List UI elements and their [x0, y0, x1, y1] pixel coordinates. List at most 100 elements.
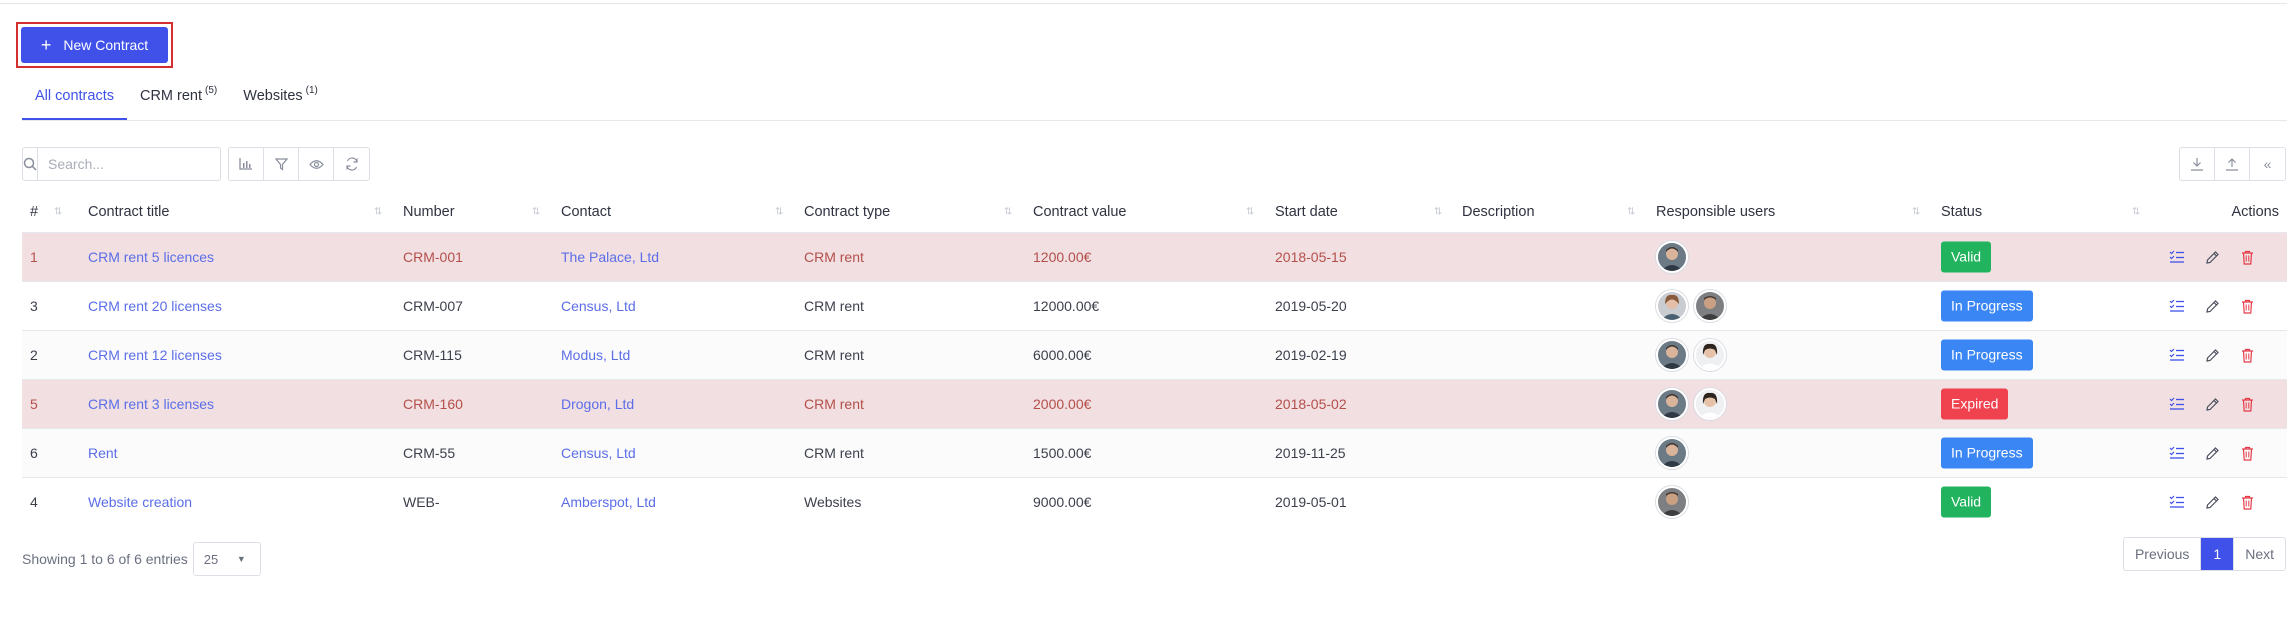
- edit-icon[interactable]: [2203, 395, 2221, 413]
- contact-name[interactable]: The Palace, Ltd: [561, 249, 659, 265]
- delete-icon[interactable]: [2238, 444, 2256, 462]
- header-type[interactable]: Contract type: [804, 204, 890, 220]
- contract-title[interactable]: CRM rent 3 licenses: [88, 396, 214, 412]
- sort-icon[interactable]: ⇅: [1246, 207, 1254, 218]
- contact-link[interactable]: Census, Ltd: [561, 445, 636, 461]
- tab-websites[interactable]: Websites (1): [230, 82, 331, 120]
- avatar[interactable]: [1656, 241, 1688, 273]
- contract-value: 12000.00€: [1033, 298, 1100, 314]
- contract-title-link[interactable]: Rent: [88, 445, 118, 461]
- tasks-icon[interactable]: [2168, 395, 2186, 413]
- contract-title-link[interactable]: CRM rent 3 licenses: [88, 396, 214, 412]
- header-contact[interactable]: Contact: [561, 204, 611, 220]
- avatar[interactable]: [1656, 437, 1688, 469]
- contact-link[interactable]: Modus, Ltd: [561, 347, 630, 363]
- contract-type: CRM rent: [804, 347, 864, 363]
- tasks-icon[interactable]: [2168, 493, 2186, 511]
- header-users[interactable]: Responsible users: [1656, 204, 1775, 220]
- avatar[interactable]: [1656, 339, 1688, 371]
- edit-icon[interactable]: [2203, 444, 2221, 462]
- tab-count: (1): [305, 85, 318, 96]
- tab-crm-rent[interactable]: CRM rent (5): [127, 82, 230, 120]
- sort-icon[interactable]: ⇅: [54, 207, 62, 218]
- collapse-icon[interactable]: «: [2250, 148, 2285, 180]
- contract-value: 9000.00€: [1033, 494, 1092, 510]
- download-icon[interactable]: [2180, 148, 2215, 180]
- sort-icon[interactable]: ⇅: [775, 207, 783, 218]
- tasks-icon[interactable]: [2168, 346, 2186, 364]
- page-size-select[interactable]: 25 ▼: [192, 542, 261, 576]
- contract-title[interactable]: Website creation: [88, 494, 192, 510]
- sort-icon[interactable]: ⇅: [2132, 207, 2140, 218]
- new-contract-button[interactable]: + New Contract: [21, 27, 168, 63]
- header-title[interactable]: Contract title: [88, 204, 169, 220]
- page-1-button[interactable]: 1: [2201, 538, 2235, 570]
- responsible-users: [1656, 486, 1688, 518]
- delete-icon[interactable]: [2238, 248, 2256, 266]
- header-value[interactable]: Contract value: [1033, 204, 1127, 220]
- contract-title-link[interactable]: Website creation: [88, 494, 192, 510]
- contract-title[interactable]: CRM rent 12 licenses: [88, 347, 222, 363]
- edit-icon[interactable]: [2203, 248, 2221, 266]
- contract-title-link[interactable]: CRM rent 5 licences: [88, 249, 214, 265]
- header-description[interactable]: Description: [1462, 204, 1535, 220]
- status-badge: In Progress: [1941, 437, 2033, 469]
- sort-icon[interactable]: ⇅: [1627, 207, 1635, 218]
- contract-title-link[interactable]: CRM rent 12 licenses: [88, 347, 222, 363]
- search-icon[interactable]: [23, 148, 38, 180]
- sort-icon[interactable]: ⇅: [1004, 207, 1012, 218]
- contact-link[interactable]: Amberspot, Ltd: [561, 494, 656, 510]
- contact-name[interactable]: Census, Ltd: [561, 445, 636, 461]
- delete-icon[interactable]: [2238, 493, 2256, 511]
- tasks-icon[interactable]: [2168, 297, 2186, 315]
- delete-icon[interactable]: [2238, 297, 2256, 315]
- contact-name[interactable]: Modus, Ltd: [561, 347, 630, 363]
- tasks-icon[interactable]: [2168, 444, 2186, 462]
- refresh-icon[interactable]: [334, 148, 369, 180]
- tab-all-contracts[interactable]: All contracts: [22, 82, 127, 120]
- status-cell: In Progress: [1941, 437, 2033, 469]
- delete-icon[interactable]: [2238, 346, 2256, 364]
- sort-icon[interactable]: ⇅: [1912, 207, 1920, 218]
- edit-icon[interactable]: [2203, 297, 2221, 315]
- upload-icon[interactable]: [2215, 148, 2250, 180]
- contact-link[interactable]: Census, Ltd: [561, 298, 636, 314]
- contact-link[interactable]: Drogon, Ltd: [561, 396, 634, 412]
- avatar[interactable]: [1656, 290, 1688, 322]
- sort-icon[interactable]: ⇅: [374, 207, 382, 218]
- avatar[interactable]: [1656, 388, 1688, 420]
- header-number[interactable]: Number: [403, 204, 455, 220]
- previous-page-button[interactable]: Previous: [2124, 538, 2202, 570]
- avatar[interactable]: [1656, 486, 1688, 518]
- contact-name[interactable]: Drogon, Ltd: [561, 396, 634, 412]
- next-page-button[interactable]: Next: [2234, 538, 2285, 570]
- contract-type: Websites: [804, 494, 862, 510]
- avatar[interactable]: [1694, 290, 1726, 322]
- search-input[interactable]: [38, 148, 229, 180]
- contact-name[interactable]: Census, Ltd: [561, 298, 636, 314]
- contract-title[interactable]: Rent: [88, 445, 118, 461]
- tasks-icon[interactable]: [2168, 248, 2186, 266]
- contract-type: CRM rent: [804, 396, 864, 412]
- edit-icon[interactable]: [2203, 493, 2221, 511]
- chart-icon[interactable]: [229, 148, 264, 180]
- avatar[interactable]: [1694, 388, 1726, 420]
- edit-icon[interactable]: [2203, 346, 2221, 364]
- contract-title[interactable]: CRM rent 5 licences: [88, 249, 214, 265]
- row-actions: [2168, 395, 2256, 413]
- header-start[interactable]: Start date: [1275, 204, 1338, 220]
- contract-title-link[interactable]: CRM rent 20 licenses: [88, 298, 222, 314]
- filter-icon[interactable]: [264, 148, 299, 180]
- sort-icon[interactable]: ⇅: [532, 207, 540, 218]
- contract-type: CRM rent: [804, 249, 864, 265]
- contract-title[interactable]: CRM rent 20 licenses: [88, 298, 222, 314]
- contact-link[interactable]: The Palace, Ltd: [561, 249, 659, 265]
- eye-icon[interactable]: [299, 148, 334, 180]
- contact-name[interactable]: Amberspot, Ltd: [561, 494, 656, 510]
- delete-icon[interactable]: [2238, 395, 2256, 413]
- sort-icon[interactable]: ⇅: [1434, 207, 1442, 218]
- avatar[interactable]: [1694, 339, 1726, 371]
- header-num[interactable]: #: [30, 204, 38, 220]
- header-status[interactable]: Status: [1941, 204, 1982, 220]
- contract-number: WEB-: [403, 494, 440, 510]
